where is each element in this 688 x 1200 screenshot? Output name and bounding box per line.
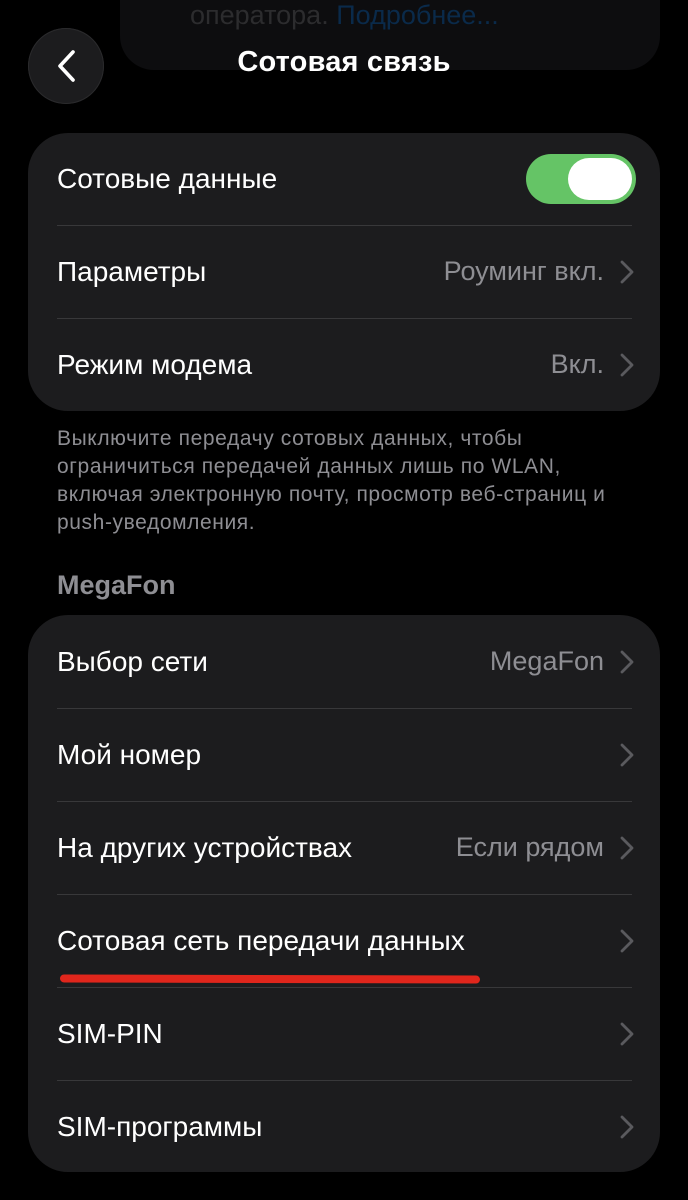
scrolled-hint-text: оператора. Подробнее... xyxy=(190,0,499,31)
chevron-right-icon xyxy=(620,650,634,673)
chevron-right-icon xyxy=(620,1022,634,1045)
personal-hotspot-label: Режим модема xyxy=(57,348,253,380)
cellular-data-row: Сотовые данные xyxy=(28,133,660,225)
my-number-label: Мой номер xyxy=(57,738,202,770)
network-selection-row[interactable]: Выбор сети MegaFon xyxy=(28,615,660,708)
options-value: Роуминг вкл. xyxy=(443,256,604,286)
cellular-data-footnote: Выключите передачу сотовых данных, чтобы… xyxy=(57,427,606,534)
personal-hotspot-row[interactable]: Режим модема Вкл. xyxy=(28,318,660,411)
carrier-group: Выбор сети MegaFon Мой номер На других у… xyxy=(28,615,660,1172)
network-selection-value: MegaFon xyxy=(489,646,604,676)
chevron-right-icon xyxy=(620,836,634,859)
scrolled-hint-link: Подробнее... xyxy=(336,0,499,30)
cellular-data-network-row[interactable]: Сотовая сеть передачи данных xyxy=(28,894,660,987)
options-label: Параметры xyxy=(57,255,207,287)
chevron-right-icon xyxy=(620,929,634,952)
other-devices-value: Если рядом xyxy=(455,832,604,862)
page-title: Сотовая связь xyxy=(237,46,451,78)
scrolled-hint-label: оператора. xyxy=(190,0,329,30)
cellular-data-network-label: Сотовая сеть передачи данных xyxy=(57,924,465,956)
personal-hotspot-value: Вкл. xyxy=(550,349,604,379)
other-devices-label: На других устройствах xyxy=(57,831,353,863)
network-selection-label: Выбор сети xyxy=(57,645,208,677)
sim-pin-row[interactable]: SIM-PIN xyxy=(28,987,660,1080)
other-devices-row[interactable]: На других устройствах Если рядом xyxy=(28,801,660,894)
chevron-right-icon xyxy=(620,260,634,283)
chevron-right-icon xyxy=(620,743,634,766)
my-number-row[interactable]: Мой номер xyxy=(28,708,660,801)
chevron-right-icon xyxy=(620,353,634,376)
chevron-right-icon xyxy=(620,1115,634,1138)
options-row[interactable]: Параметры Роуминг вкл. xyxy=(28,225,660,318)
carrier-section-header: MegaFon xyxy=(57,570,176,600)
cellular-data-toggle[interactable] xyxy=(526,154,636,204)
cellular-data-label: Сотовые данные xyxy=(57,163,278,194)
cellular-main-group: Сотовые данные Параметры Роуминг вкл. Ре… xyxy=(28,133,660,411)
toggle-knob xyxy=(568,158,632,200)
annotation-underline xyxy=(59,974,481,984)
sim-applications-row[interactable]: SIM-программы xyxy=(28,1080,660,1172)
sim-applications-label: SIM-программы xyxy=(57,1110,263,1142)
sim-pin-label: SIM-PIN xyxy=(57,1017,163,1049)
